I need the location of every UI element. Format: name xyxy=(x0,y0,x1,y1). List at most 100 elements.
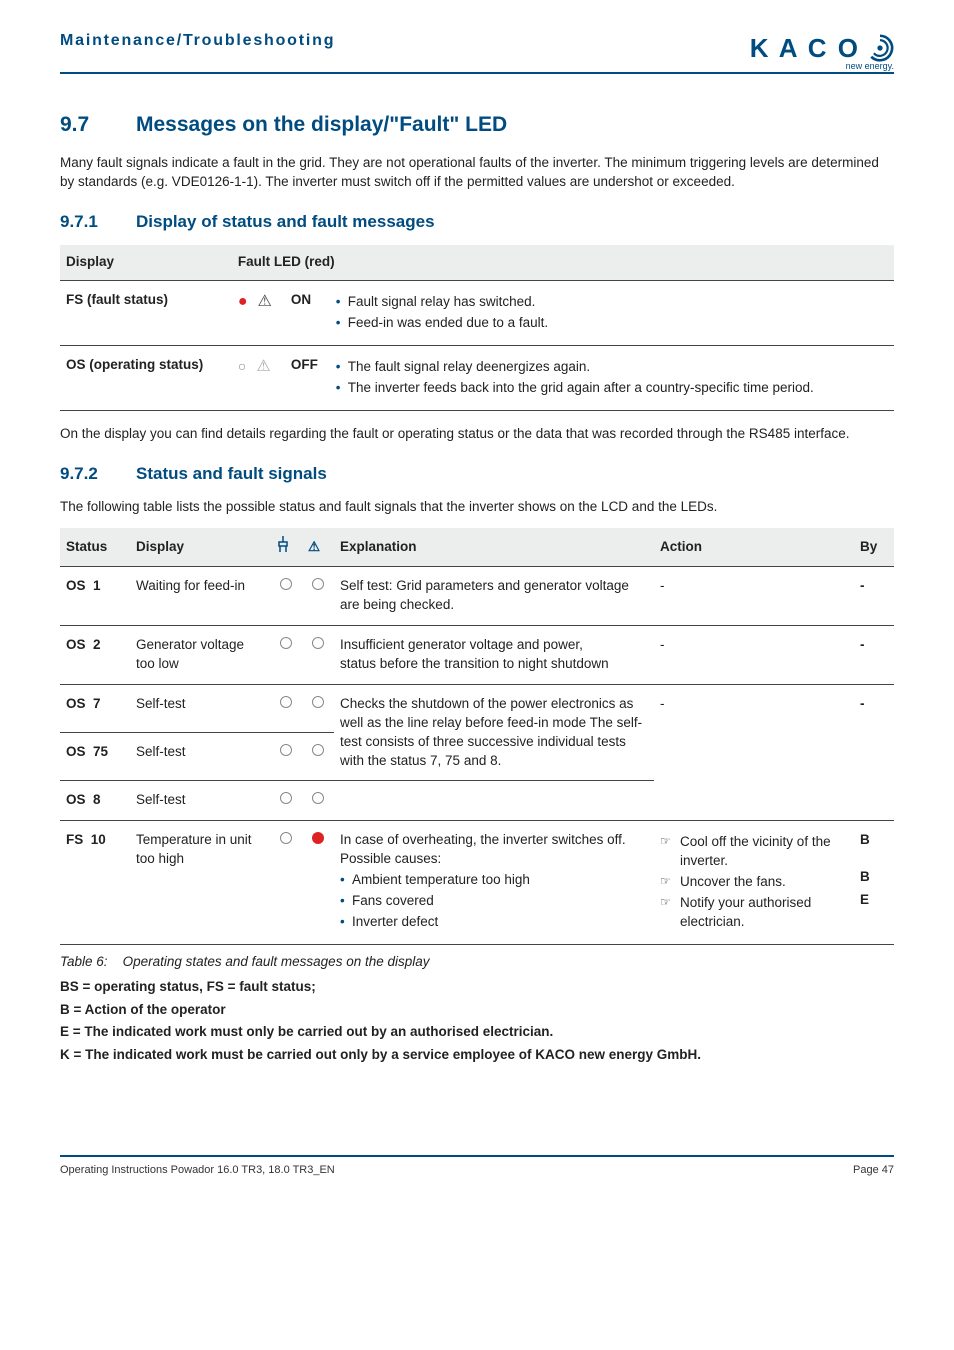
row-fs-label: FS (fault status) xyxy=(60,281,232,346)
status-num: 2 xyxy=(93,637,101,652)
led1-icon xyxy=(270,626,302,685)
header-rule xyxy=(60,72,894,74)
subsection-number: 9.7.1 xyxy=(60,210,108,234)
led-dot-off-icon: ○ xyxy=(238,357,246,377)
led2-icon xyxy=(302,626,334,685)
explanation-text xyxy=(334,781,654,821)
section-title: Messages on the display/"Fault" LED xyxy=(136,110,507,139)
action-text: - xyxy=(654,626,854,685)
col-fault-header: Fault LED (red) xyxy=(232,245,894,280)
section-9-7-1-outro: On the display you can find details rega… xyxy=(60,425,894,444)
led2-icon xyxy=(302,781,334,821)
logo-subtext: new energy. xyxy=(846,60,894,73)
subsection-title: Status and fault signals xyxy=(136,462,327,486)
led1-icon xyxy=(270,684,302,732)
status-code: OS xyxy=(66,744,86,759)
led2-icon xyxy=(302,567,334,626)
led2-icon xyxy=(302,733,334,781)
list-item: Inverter defect xyxy=(340,913,648,932)
th-by: By xyxy=(854,528,894,566)
display-text: Waiting for feed-in xyxy=(130,567,270,626)
definition-line: E = The indicated work must only be carr… xyxy=(60,1023,894,1042)
display-text: Self-test xyxy=(130,684,270,732)
status-code: OS xyxy=(66,696,86,711)
by-text: - xyxy=(854,567,894,626)
action-text: - xyxy=(654,684,854,820)
brand-logo: K A C O new energy. xyxy=(750,30,894,66)
action-text: - xyxy=(654,567,854,626)
status-num: 10 xyxy=(91,832,106,847)
status-code: OS xyxy=(66,792,86,807)
section-9-7-2-intro: The following table lists the possible s… xyxy=(60,498,894,517)
row-fs-state: ON xyxy=(285,281,330,346)
section-9-7-2-heading: 9.7.2 Status and fault signals xyxy=(60,462,894,486)
led1-icon xyxy=(270,821,302,944)
warning-triangle-off-icon: ⚠ xyxy=(256,356,270,378)
definition-line: K = The indicated work must be carried o… xyxy=(60,1046,894,1065)
status-code: OS xyxy=(66,578,86,593)
by-text: - xyxy=(854,684,894,820)
by-item: E xyxy=(860,891,888,910)
caption-text: Operating states and fault messages on t… xyxy=(123,954,430,969)
by-item: B xyxy=(860,831,888,850)
explanation-text: Insufficient generator voltage and power… xyxy=(334,626,654,685)
caption-label: Table 6: xyxy=(60,954,108,969)
display-text: Self-test xyxy=(130,733,270,781)
section-9-7-heading: 9.7 Messages on the display/"Fault" LED xyxy=(60,110,894,139)
header-section-title: Maintenance/Troubleshooting xyxy=(60,30,335,52)
status-code: OS xyxy=(66,637,86,652)
status-num: 1 xyxy=(93,578,101,593)
led2-icon xyxy=(302,821,334,944)
fault-led-table: Display Fault LED (red) FS (fault status… xyxy=(60,245,894,410)
th-led2-icon: ⚠ xyxy=(302,528,334,566)
th-status: Status xyxy=(60,528,130,566)
explanation-text: Checks the shutdown of the power electro… xyxy=(334,684,654,781)
th-display: Display xyxy=(130,528,270,566)
table-row: FS 10 Temperature in unit too high In ca… xyxy=(60,821,894,944)
th-action: Action xyxy=(654,528,854,566)
th-explanation: Explanation xyxy=(334,528,654,566)
definition-line: BS = operating status, FS = fault status… xyxy=(60,978,894,997)
by-item: B xyxy=(860,868,888,887)
list-item: Fault signal relay has switched. xyxy=(336,293,888,312)
row-fs-led: ● ⚠ xyxy=(232,281,285,346)
status-signals-table: Status Display ⚠ Explanation Action By O… xyxy=(60,528,894,944)
status-num: 8 xyxy=(93,792,101,807)
led1-icon xyxy=(270,781,302,821)
table-row: OS 2 Generator voltage too low Insuffici… xyxy=(60,626,894,685)
list-item: Notify your authorised electrician. xyxy=(660,894,848,932)
row-fs-items: Fault signal relay has switched. Feed-in… xyxy=(330,281,894,346)
row-os-label: OS (operating status) xyxy=(60,346,232,411)
list-item: The inverter feeds back into the grid ag… xyxy=(336,379,888,398)
row-os-state: OFF xyxy=(285,346,330,411)
logo-text: K A C O xyxy=(750,30,860,66)
warning-triangle-icon: ⚠ xyxy=(258,291,272,313)
table-row: OS 1 Waiting for feed-in Self test: Grid… xyxy=(60,567,894,626)
footer-left: Operating Instructions Powador 16.0 TR3,… xyxy=(60,1163,335,1178)
section-number: 9.7 xyxy=(60,110,108,139)
page-footer: Operating Instructions Powador 16.0 TR3,… xyxy=(60,1155,894,1178)
list-item: The fault signal relay deenergizes again… xyxy=(336,358,888,377)
explanation-text: In case of overheating, the inverter swi… xyxy=(340,831,648,869)
status-num: 75 xyxy=(93,744,108,759)
row-os-led: ○ ⚠ xyxy=(232,346,285,411)
row-os-items: The fault signal relay deenergizes again… xyxy=(330,346,894,411)
footer-right: Page 47 xyxy=(853,1163,894,1178)
list-item: Ambient temperature too high xyxy=(340,871,648,890)
th-led1-icon xyxy=(270,528,302,566)
led1-icon xyxy=(270,567,302,626)
display-text: Self-test xyxy=(130,781,270,821)
subsection-number: 9.7.2 xyxy=(60,462,108,486)
by-cell: B B E xyxy=(854,821,894,944)
table-caption: Table 6: Operating states and fault mess… xyxy=(60,953,894,972)
action-cell: Cool off the vicinity of the inverter. U… xyxy=(654,821,854,944)
explanation-text: Self test: Grid parameters and generator… xyxy=(334,567,654,626)
page-header: Maintenance/Troubleshooting K A C O new … xyxy=(60,0,894,72)
by-text: - xyxy=(854,626,894,685)
logo-swirl-icon xyxy=(866,34,894,62)
display-text: Temperature in unit too high xyxy=(130,821,270,944)
explanation-line: Insufficient generator voltage and power… xyxy=(340,637,583,652)
display-text: Generator voltage too low xyxy=(130,626,270,685)
led1-icon xyxy=(270,733,302,781)
led-dot-red-icon: ● xyxy=(238,291,248,313)
